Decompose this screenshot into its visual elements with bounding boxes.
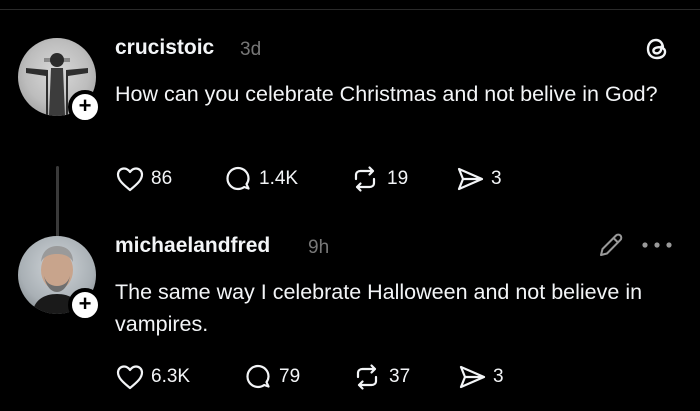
- reply-count: 1.4K: [259, 168, 299, 189]
- more-icon[interactable]: [640, 240, 674, 250]
- timestamp: 9h: [308, 237, 330, 258]
- post-text: The same way I celebrate Halloween and n…: [115, 280, 643, 336]
- thread-connector: [56, 166, 59, 246]
- repost-icon: [354, 166, 376, 192]
- reply-button[interactable]: 79: [243, 361, 300, 393]
- send-icon: [459, 365, 486, 389]
- post-text: How can you celebrate Christmas and not …: [115, 82, 658, 106]
- share-count: 3: [491, 168, 502, 189]
- share-button[interactable]: 3: [457, 361, 504, 393]
- like-button[interactable]: 6.3K: [115, 361, 190, 393]
- plus-icon: +: [78, 93, 92, 118]
- repost-button[interactable]: 19: [349, 163, 408, 195]
- threads-logo-icon[interactable]: [642, 34, 672, 64]
- username[interactable]: michaelandfred: [115, 234, 270, 258]
- heart-icon: [116, 167, 144, 192]
- send-icon: [457, 167, 484, 191]
- follow-button[interactable]: +: [68, 288, 102, 322]
- reply-button[interactable]: 1.4K: [223, 163, 298, 195]
- top-divider: [0, 9, 700, 10]
- like-button[interactable]: 86: [115, 163, 172, 195]
- username[interactable]: crucistoic: [115, 36, 214, 60]
- timestamp: 3d: [240, 39, 262, 60]
- like-count: 6.3K: [151, 366, 191, 387]
- heart-icon: [116, 365, 144, 390]
- repost-icon: [356, 364, 378, 390]
- like-count: 86: [151, 168, 173, 189]
- repost-button[interactable]: 37: [351, 361, 410, 393]
- repost-count: 37: [389, 366, 411, 387]
- reply-count: 79: [279, 366, 301, 387]
- repost-count: 19: [387, 168, 409, 189]
- comment-icon: [246, 364, 270, 389]
- avatar-container[interactable]: +: [18, 38, 102, 124]
- share-button[interactable]: 3: [455, 163, 502, 195]
- plus-icon: +: [78, 291, 92, 316]
- comment-icon: [226, 166, 250, 191]
- follow-button[interactable]: +: [68, 90, 102, 124]
- pencil-icon[interactable]: [596, 230, 626, 260]
- avatar-container[interactable]: +: [18, 236, 102, 322]
- share-count: 3: [493, 366, 504, 387]
